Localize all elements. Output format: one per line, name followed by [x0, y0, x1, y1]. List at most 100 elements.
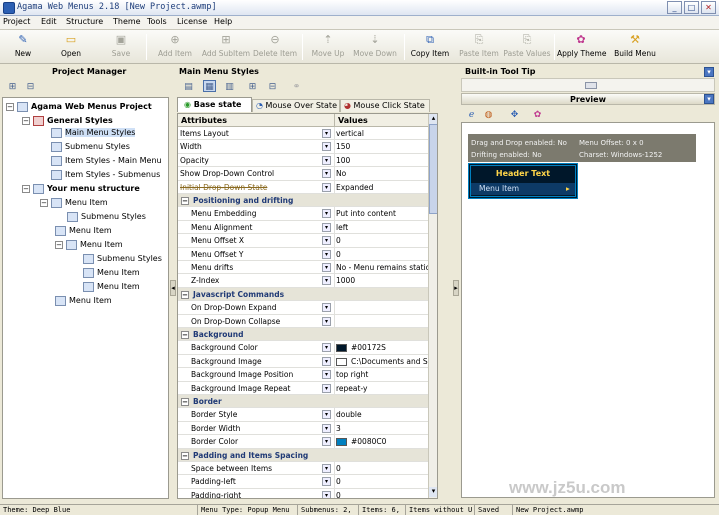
dropdown-arrow-icon[interactable]: ▾ — [322, 249, 331, 259]
dropdown-arrow-icon[interactable]: ▾ — [322, 383, 331, 393]
tree-node-item-styles-sub[interactable]: Item Styles - Submenus — [51, 169, 160, 181]
property-row[interactable]: Border Style ▾ double — [178, 408, 436, 422]
property-section[interactable]: − Javascript Commands — [178, 287, 436, 302]
collapse-section-icon[interactable]: − — [181, 197, 189, 205]
tab-base-state[interactable]: ◉ Base state — [177, 97, 252, 112]
scroll-down-icon[interactable]: ▾ — [429, 487, 437, 497]
property-row[interactable]: On Drop-Down Collapse ▾ — [178, 314, 436, 328]
properties-icon[interactable]: ▤ — [182, 81, 195, 93]
tree-node-menu-item[interactable]: Menu Item — [83, 281, 140, 293]
paste-item-button[interactable]: ⎘ Paste Item — [458, 32, 500, 62]
color-swatch[interactable] — [336, 357, 347, 366]
link-icon[interactable]: ⚭ — [290, 81, 303, 93]
property-section[interactable]: − Positioning and drifting — [178, 194, 436, 208]
property-value[interactable]: vertical▾ — [336, 127, 437, 140]
dropdown-arrow-icon[interactable]: ▾ — [322, 129, 331, 138]
property-value[interactable]: repeat-y — [336, 382, 367, 395]
property-value[interactable]: 0 — [336, 462, 341, 475]
preview-menu-item[interactable]: Menu Item ▸ — [471, 183, 575, 195]
expand-icon[interactable]: ⊞ — [246, 81, 259, 93]
property-row[interactable]: Background Color ▾ #00172S — [178, 341, 436, 355]
expand-all-icon[interactable]: ⊞ — [6, 81, 19, 93]
save-button[interactable]: ▣ Save — [104, 32, 138, 62]
dropdown-arrow-icon[interactable]: ▾ — [322, 263, 331, 272]
tab-mouse-over-state[interactable]: ◔ Mouse Over State — [252, 99, 340, 112]
menu-tools[interactable]: Tools — [147, 17, 167, 26]
preview-menu[interactable]: Header Text Menu Item ▸ — [468, 163, 578, 199]
property-row[interactable]: Padding-left ▾ 0 — [178, 475, 436, 489]
property-value[interactable]: #0080C0 — [336, 435, 386, 448]
close-button[interactable]: ✕ — [701, 1, 716, 14]
delete-item-button[interactable]: ⊖ Delete Item — [253, 32, 297, 62]
move-up-button[interactable]: ⇡ Move Up — [308, 32, 348, 62]
tree-node-project[interactable]: − Agama Web Menus Project — [6, 101, 152, 113]
left-splitter-handle[interactable]: ◂ — [170, 280, 176, 296]
add-subitem-button[interactable]: ⊞ Add SubItem — [200, 32, 252, 62]
color-swatch[interactable] — [336, 344, 347, 353]
dropdown-arrow-icon[interactable]: ▾ — [322, 423, 331, 433]
grid-scrollbar[interactable]: ▴ ▾ — [428, 114, 437, 498]
collapse-section-icon[interactable]: − — [181, 398, 189, 406]
property-value[interactable]: #00172S — [336, 341, 386, 354]
property-row[interactable]: Items Layout ▾ vertical▾ — [178, 127, 437, 141]
paste-values-button[interactable]: ⎘ Paste Values — [503, 32, 551, 62]
tab-mouse-click-state[interactable]: ◕ Mouse Click State — [340, 99, 430, 112]
property-value[interactable]: Expanded — [336, 181, 373, 194]
property-row[interactable]: Width ▾ 150 — [178, 140, 436, 154]
property-row[interactable]: Border Color ▾ #0080C0 — [178, 435, 436, 449]
property-value[interactable]: 100 — [336, 154, 350, 167]
property-value[interactable]: 1000 — [336, 274, 355, 287]
add-item-button[interactable]: ⊕ Add Item — [155, 32, 195, 62]
tree-node-menu-structure[interactable]: − Your menu structure — [22, 183, 140, 195]
dropdown-arrow-icon[interactable]: ▾ — [322, 437, 331, 447]
property-value[interactable]: top right — [336, 368, 368, 381]
menu-license[interactable]: License — [177, 17, 207, 26]
property-value[interactable]: Put into content — [336, 207, 396, 220]
menu-structure[interactable]: Structure — [66, 17, 103, 26]
tree-node-general-styles[interactable]: − General Styles — [22, 115, 113, 127]
dropdown-arrow-icon[interactable]: ▾ — [322, 142, 331, 152]
property-value[interactable]: 0 — [336, 475, 341, 488]
property-row[interactable]: Border Width ▾ 3 — [178, 421, 436, 436]
dropdown-arrow-icon[interactable]: ▾ — [322, 169, 331, 179]
property-row[interactable]: Background Image ▾ C:\Documents and Settin — [178, 354, 437, 369]
collapse-section-icon[interactable]: − — [181, 331, 189, 339]
tree-node-menu-item[interactable]: Menu Item — [55, 225, 112, 237]
build-menu-button[interactable]: ⚒ Build Menu — [613, 32, 657, 62]
property-row[interactable]: Opacity ▾ 100 — [178, 153, 436, 168]
property-row[interactable]: Z-Index ▾ 1000 — [178, 274, 436, 288]
property-row[interactable]: Background Image Position ▾ top right — [178, 368, 436, 382]
dropdown-arrow-icon[interactable]: ▾ — [322, 410, 331, 420]
list-view-icon[interactable]: ▥ — [223, 81, 236, 93]
move-preview-icon[interactable]: ✥ — [508, 109, 521, 121]
dropdown-arrow-icon[interactable]: ▾ — [322, 303, 331, 313]
apply-theme-button[interactable]: ✿ Apply Theme — [557, 32, 606, 62]
tree-node-menu-item[interactable]: Menu Item — [83, 267, 140, 279]
collapse-all-icon[interactable]: ⊟ — [24, 81, 37, 93]
property-row[interactable]: Menu Offset Y ▾ 0 — [178, 247, 436, 261]
new-button[interactable]: ✎ New — [6, 32, 40, 62]
collapse-section-icon[interactable]: − — [181, 451, 189, 460]
property-section[interactable]: − Background — [178, 328, 436, 342]
scroll-up-icon[interactable]: ▴ — [429, 114, 437, 124]
dropdown-arrow-icon[interactable]: ▾ — [322, 356, 331, 366]
grid-view-icon[interactable]: ▦ — [203, 80, 216, 92]
theme-preview-icon[interactable]: ✿ — [531, 109, 544, 121]
right-splitter-handle[interactable]: ▸ — [453, 280, 459, 296]
property-row[interactable]: Background Image Repeat ▾ repeat-y — [178, 381, 436, 395]
collapse-preview-icon[interactable]: ▾ — [704, 94, 714, 104]
open-button[interactable]: ▭ Open — [54, 32, 88, 62]
menu-edit[interactable]: Edit — [41, 17, 57, 26]
property-value[interactable]: No - Menu remains static — [336, 261, 430, 274]
property-row[interactable]: Show Drop-Down Control ▾ No — [178, 167, 436, 181]
property-row[interactable]: Menu drifts ▾ No - Menu remains static — [178, 261, 436, 275]
dropdown-arrow-icon[interactable]: ▾ — [322, 182, 331, 192]
tree-node-item-styles-main[interactable]: Item Styles - Main Menu — [51, 155, 162, 167]
property-section[interactable]: − Border — [178, 395, 436, 409]
property-row[interactable]: Menu Offset X ▾ 0 — [178, 234, 436, 248]
dropdown-arrow-icon[interactable]: ▾ — [322, 477, 331, 487]
menu-theme[interactable]: Theme — [113, 17, 141, 26]
property-value[interactable]: C:\Documents and Settin — [336, 355, 437, 368]
property-value[interactable]: 150 — [336, 140, 350, 153]
dropdown-arrow-icon[interactable]: ▾ — [322, 370, 331, 380]
